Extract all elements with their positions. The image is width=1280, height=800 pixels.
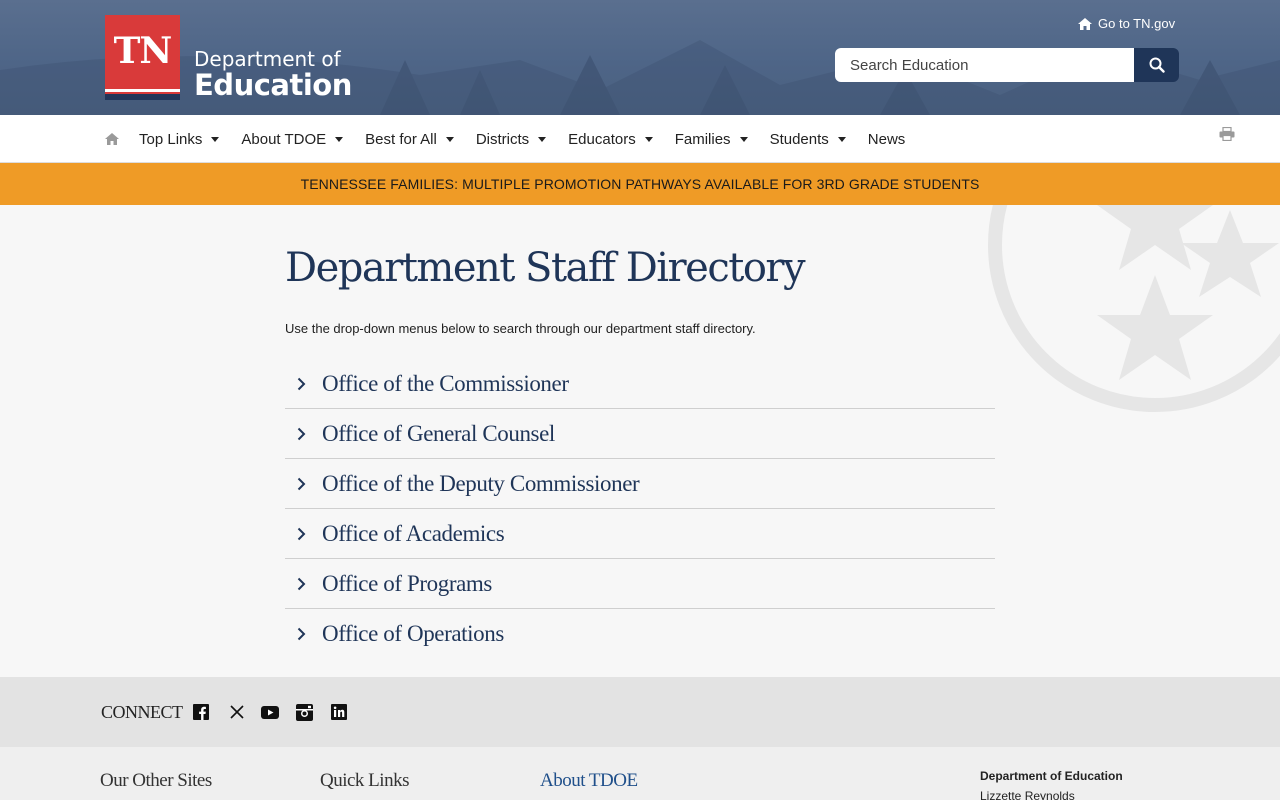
page-intro: Use the drop-down menus below to search …: [285, 321, 756, 336]
alert-text: TENNESSEE FAMILIES: MULTIPLE PROMOTION P…: [300, 176, 980, 192]
accordion-item[interactable]: Office of the Commissioner: [285, 359, 995, 409]
search-input[interactable]: [835, 48, 1134, 82]
search-button[interactable]: [1134, 48, 1179, 82]
nav-label: Best for All: [365, 130, 437, 148]
office-accordion: Office of the Commissioner Office of Gen…: [285, 359, 995, 659]
site-logo[interactable]: TN Department of Education: [105, 15, 352, 100]
linkedin-link[interactable]: [330, 703, 348, 721]
footer-about-tdoe-link[interactable]: About TDOE: [540, 770, 638, 792]
caret-down-icon: [538, 136, 547, 142]
instagram-link[interactable]: [295, 703, 313, 721]
nav-label: Top Links: [139, 130, 203, 148]
site-footer: Our Other Sites Quick Links About TDOE D…: [0, 747, 1280, 800]
goto-tn-link[interactable]: Go to TN.gov: [1078, 16, 1175, 31]
accordion-label: Office of Academics: [322, 520, 505, 546]
connect-bar: CONNECT: [0, 677, 1280, 747]
nav-label: About TDOE: [241, 130, 327, 148]
nav-label: News: [867, 130, 906, 148]
facebook-icon: [193, 704, 209, 720]
caret-down-icon: [739, 136, 748, 142]
logo-line2: Education: [194, 68, 352, 102]
x-icon: [230, 705, 244, 719]
main-nav: Top Links About TDOE Best for All Distri…: [0, 115, 1280, 163]
page-title: Department Staff Directory: [285, 245, 806, 291]
search-form: [835, 48, 1179, 82]
x-link[interactable]: [228, 703, 246, 721]
youtube-icon: [261, 705, 279, 719]
home-icon: [105, 133, 119, 145]
nav-home-link[interactable]: [105, 133, 119, 145]
caret-down-icon: [837, 136, 846, 142]
accordion-label: Office of the Commissioner: [322, 370, 569, 396]
chevron-right-icon: [297, 427, 306, 440]
footer-heading-quick-links: Quick Links: [320, 770, 409, 791]
accordion-label: Office of Programs: [322, 570, 492, 596]
accordion-item[interactable]: Office of the Deputy Commissioner: [285, 459, 995, 509]
youtube-link[interactable]: [261, 703, 279, 721]
accordion-label: Office of the Deputy Commissioner: [322, 470, 640, 496]
caret-down-icon: [335, 136, 344, 142]
footer-dept-name: Department of Education: [980, 769, 1123, 783]
accordion-item[interactable]: Office of Programs: [285, 559, 995, 609]
search-icon: [1149, 57, 1165, 73]
logo-mark-text: TN: [113, 29, 173, 72]
site-header: TN Department of Education Go to TN.gov: [0, 0, 1280, 115]
accordion-label: Office of Operations: [322, 621, 504, 646]
footer-contact: Department of Education Lizzette Reynold…: [980, 769, 1123, 800]
caret-down-icon: [211, 136, 220, 142]
chevron-right-icon: [297, 627, 306, 641]
nav-families[interactable]: Families: [675, 131, 748, 148]
nav-best-for-all[interactable]: Best for All: [365, 131, 454, 148]
accordion-item[interactable]: Office of Operations: [285, 609, 995, 659]
nav-districts[interactable]: Districts: [475, 130, 547, 148]
caret-down-icon: [644, 136, 653, 142]
goto-tn-label: Go to TN.gov: [1098, 16, 1176, 31]
footer-commissioner-name: Lizzette Reynolds: [980, 789, 1075, 800]
nav-educators[interactable]: Educators: [568, 131, 653, 148]
print-icon: [1219, 126, 1235, 142]
accordion-item[interactable]: Office of Academics: [285, 509, 995, 559]
main-content: Department Staff Directory Use the drop-…: [0, 205, 1280, 677]
nav-about-tdoe[interactable]: About TDOE: [241, 130, 344, 148]
facebook-link[interactable]: [192, 703, 210, 721]
print-button[interactable]: [1219, 126, 1235, 146]
chevron-right-icon: [297, 527, 306, 540]
nav-label: Students: [769, 130, 829, 148]
tn-logo-mark: TN: [105, 15, 180, 100]
chevron-right-icon: [297, 377, 306, 390]
tri-star-watermark: [988, 205, 1280, 412]
nav-news[interactable]: News: [868, 131, 906, 148]
logo-wordmark: Department of Education: [194, 49, 352, 100]
accordion-label: Office of General Counsel: [322, 420, 555, 446]
footer-heading-other-sites: Our Other Sites: [100, 770, 212, 791]
nav-label: Districts: [475, 130, 530, 148]
nav-students[interactable]: Students: [770, 131, 846, 148]
linkedin-icon: [331, 704, 347, 720]
instagram-icon: [295, 703, 313, 721]
accordion-item[interactable]: Office of General Counsel: [285, 409, 995, 459]
alert-banner[interactable]: TENNESSEE FAMILIES: MULTIPLE PROMOTION P…: [0, 163, 1280, 205]
chevron-right-icon: [297, 477, 306, 490]
caret-down-icon: [445, 136, 454, 142]
connect-label: CONNECT: [101, 702, 183, 722]
nav-label: Educators: [568, 130, 636, 148]
logo-line1: Department of: [194, 47, 341, 71]
nav-label: Families: [674, 130, 731, 148]
home-icon: [1078, 17, 1092, 30]
nav-top-links[interactable]: Top Links: [139, 130, 220, 148]
chevron-right-icon: [297, 577, 306, 590]
